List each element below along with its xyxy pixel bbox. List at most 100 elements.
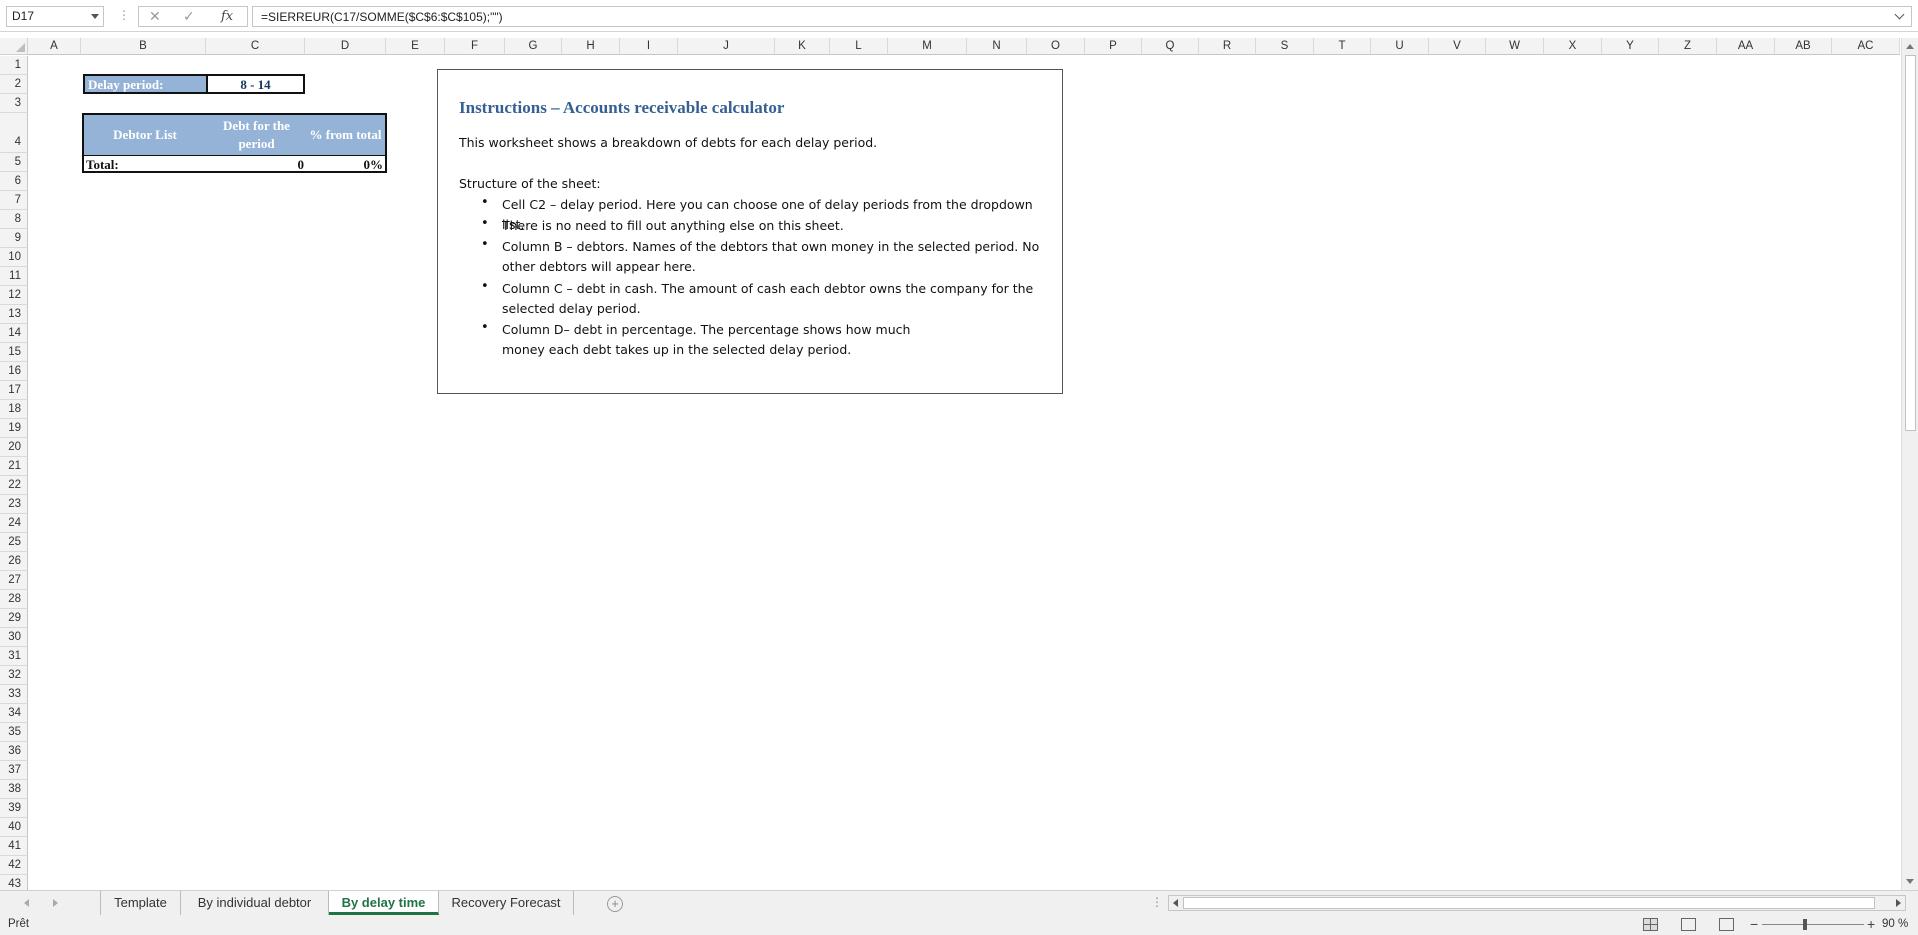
column-header[interactable]: L xyxy=(830,38,888,55)
header-percent-total[interactable]: % from total xyxy=(306,115,385,155)
add-sheet-icon[interactable]: + xyxy=(607,896,623,912)
row-header[interactable]: 12 xyxy=(0,286,28,305)
column-header[interactable]: AB xyxy=(1775,38,1832,55)
row-header[interactable]: 3 xyxy=(0,94,28,113)
zoom-slider-thumb[interactable] xyxy=(1803,919,1807,930)
row-header[interactable]: 6 xyxy=(0,172,28,191)
chevron-down-icon[interactable] xyxy=(91,14,99,19)
row-header[interactable]: 14 xyxy=(0,324,28,343)
row-header[interactable]: 42 xyxy=(0,856,28,875)
row-header[interactable]: 33 xyxy=(0,685,28,704)
formula-input[interactable]: =SIERREUR(C17/SOMME($C$6:$C$105);"") xyxy=(252,6,1912,27)
zoom-in-icon[interactable]: + xyxy=(1867,916,1875,932)
instructions-textbox[interactable]: Instructions – Accounts receivable calcu… xyxy=(437,69,1063,394)
normal-view-icon[interactable] xyxy=(1643,918,1658,931)
row-header[interactable]: 28 xyxy=(0,590,28,609)
row-header[interactable]: 24 xyxy=(0,514,28,533)
column-header[interactable]: K xyxy=(775,38,830,55)
chevron-right-icon[interactable] xyxy=(53,899,58,907)
row-header[interactable]: 32 xyxy=(0,666,28,685)
column-header[interactable]: Y xyxy=(1602,38,1659,55)
header-debt-period[interactable]: Debt for the period xyxy=(206,115,306,155)
row-header[interactable]: 23 xyxy=(0,495,28,514)
column-header[interactable]: Q xyxy=(1142,38,1199,55)
scroll-up-icon[interactable] xyxy=(1906,44,1914,49)
tab-recovery-forecast[interactable]: Recovery Forecast xyxy=(439,891,574,915)
scroll-left-icon[interactable] xyxy=(1173,899,1178,907)
row-header[interactable]: 29 xyxy=(0,609,28,628)
delay-period-select[interactable]: 8 - 14 xyxy=(206,74,305,94)
row-header[interactable]: 8 xyxy=(0,210,28,229)
row-header[interactable]: 20 xyxy=(0,438,28,457)
column-header[interactable]: H xyxy=(562,38,620,55)
column-header[interactable]: C xyxy=(206,38,305,55)
column-header[interactable]: J xyxy=(678,38,775,55)
row-header[interactable]: 13 xyxy=(0,305,28,324)
page-layout-view-icon[interactable] xyxy=(1681,918,1696,931)
column-header[interactable]: Z xyxy=(1659,38,1717,55)
row-header[interactable]: 2 xyxy=(0,75,28,94)
row-header[interactable]: 17 xyxy=(0,381,28,400)
column-header[interactable]: N xyxy=(967,38,1027,55)
column-header[interactable]: A xyxy=(28,38,81,55)
column-header[interactable]: T xyxy=(1314,38,1371,55)
column-header[interactable]: X xyxy=(1544,38,1602,55)
horizontal-scroll-thumb[interactable] xyxy=(1183,897,1875,909)
row-header[interactable]: 4 xyxy=(0,113,28,153)
row-header[interactable]: 25 xyxy=(0,533,28,552)
row-header[interactable]: 30 xyxy=(0,628,28,647)
column-header[interactable]: S xyxy=(1256,38,1314,55)
row-header[interactable]: 40 xyxy=(0,818,28,837)
row-header[interactable]: 36 xyxy=(0,742,28,761)
row-header[interactable]: 27 xyxy=(0,571,28,590)
row-header[interactable]: 37 xyxy=(0,761,28,780)
column-header[interactable]: M xyxy=(888,38,967,55)
zoom-level[interactable]: 90 % xyxy=(1882,918,1908,930)
column-header[interactable]: AC xyxy=(1832,38,1900,55)
column-header[interactable]: E xyxy=(386,38,445,55)
enter-icon[interactable]: ✓ xyxy=(183,8,195,25)
column-header[interactable]: V xyxy=(1429,38,1486,55)
name-box[interactable]: D17 xyxy=(6,6,104,27)
row-header[interactable]: 35 xyxy=(0,723,28,742)
row-header[interactable]: 31 xyxy=(0,647,28,666)
vertical-scroll-thumb[interactable] xyxy=(1905,55,1916,431)
column-header[interactable]: P xyxy=(1085,38,1142,55)
row-header[interactable]: 9 xyxy=(0,229,28,248)
column-header[interactable]: B xyxy=(81,38,206,55)
zoom-slider[interactable] xyxy=(1762,924,1864,925)
scroll-down-icon[interactable] xyxy=(1906,879,1914,884)
column-header[interactable]: I xyxy=(620,38,678,55)
row-header[interactable]: 1 xyxy=(0,56,28,75)
page-break-view-icon[interactable] xyxy=(1719,918,1734,931)
column-header[interactable]: G xyxy=(505,38,562,55)
total-label[interactable]: Total: xyxy=(84,155,206,173)
tab-template[interactable]: Template xyxy=(100,891,181,915)
select-all-button[interactable] xyxy=(0,38,28,55)
tab-by-delay-time[interactable]: By delay time xyxy=(329,891,439,915)
total-percent[interactable]: 0% xyxy=(306,155,385,173)
chevron-left-icon[interactable] xyxy=(24,899,29,907)
row-header[interactable]: 11 xyxy=(0,267,28,286)
row-header[interactable]: 18 xyxy=(0,400,28,419)
horizontal-scrollbar[interactable] xyxy=(1168,895,1906,911)
row-header[interactable]: 41 xyxy=(0,837,28,856)
total-debt[interactable]: 0 xyxy=(206,155,306,173)
row-header[interactable]: 22 xyxy=(0,476,28,495)
column-header[interactable]: U xyxy=(1371,38,1429,55)
row-header[interactable]: 26 xyxy=(0,552,28,571)
column-header[interactable]: W xyxy=(1486,38,1544,55)
row-header[interactable]: 38 xyxy=(0,780,28,799)
tab-split-grip-icon[interactable]: ⋮ xyxy=(1151,895,1163,909)
row-header[interactable]: 34 xyxy=(0,704,28,723)
vertical-scrollbar[interactable] xyxy=(1901,38,1918,890)
row-header[interactable]: 19 xyxy=(0,419,28,438)
column-header[interactable]: F xyxy=(445,38,505,55)
column-header[interactable]: AA xyxy=(1717,38,1775,55)
row-header[interactable]: 21 xyxy=(0,457,28,476)
delay-period-label[interactable]: Delay period: xyxy=(83,74,206,94)
column-header[interactable]: D xyxy=(305,38,386,55)
column-header[interactable]: R xyxy=(1199,38,1256,55)
insert-function-icon[interactable]: fx xyxy=(221,9,233,24)
scroll-right-icon[interactable] xyxy=(1896,899,1901,907)
